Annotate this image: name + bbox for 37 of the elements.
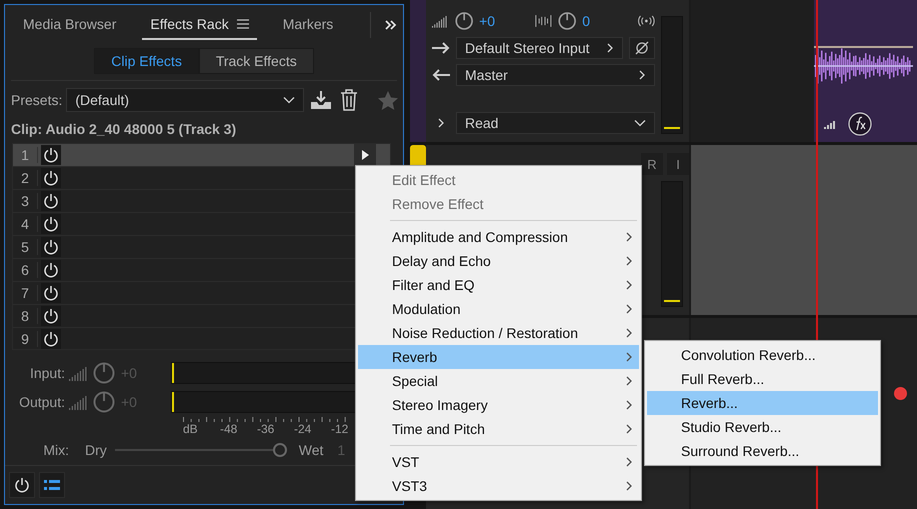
segment-tab[interactable]: Clip Effects <box>94 48 199 74</box>
dry-label: Dry <box>85 442 107 458</box>
scale-label: dB <box>183 422 199 436</box>
io-label: Output: <box>18 394 65 410</box>
scale-label: -48 <box>220 422 238 436</box>
menu-item[interactable]: Full Reverb... <box>647 367 878 391</box>
menu-item[interactable]: VST3 <box>358 474 639 498</box>
input-dropdown[interactable]: Default Stereo Input <box>456 37 623 59</box>
effect-slot[interactable]: 1 <box>13 144 390 168</box>
segment-tab[interactable]: Track Effects <box>198 48 314 74</box>
mix-label: Mix: <box>42 442 69 458</box>
menu-item[interactable]: VST <box>358 450 639 474</box>
menu-item[interactable]: Stereo Imagery <box>358 393 639 417</box>
panel-tab[interactable]: Effects Rack <box>142 10 257 40</box>
panel-tab[interactable]: Markers <box>274 10 342 40</box>
presets-dropdown[interactable]: (Default) <box>66 88 304 112</box>
panel-tab[interactable]: Media Browser <box>15 10 124 40</box>
wet-label: Wet <box>298 442 324 458</box>
menu-item[interactable]: Time and Pitch <box>358 417 639 441</box>
menu-item[interactable]: Reverb <box>358 345 639 369</box>
track-header-button[interactable]: I <box>667 153 689 175</box>
menu-item[interactable]: Special <box>358 369 639 393</box>
scale-label: -36 <box>257 422 276 436</box>
clip-label: Clip: Audio 2_40 48000 5 (Track 3) <box>10 120 238 140</box>
menu-item[interactable]: Surround Reverb... <box>647 439 878 463</box>
menu-item[interactable]: Convolution Reverb... <box>647 343 878 367</box>
output-dropdown[interactable]: Master <box>456 64 655 86</box>
pan-value: 0 <box>582 13 592 29</box>
automation-dropdown[interactable]: Read <box>456 112 655 134</box>
track-header-button[interactable]: R <box>641 153 663 175</box>
scale-label: -12 <box>331 422 350 436</box>
menu-item[interactable]: Studio Reverb... <box>647 415 878 439</box>
scale-label: -24 <box>294 422 312 436</box>
volume-value: +0 <box>479 13 496 29</box>
menu-item[interactable]: Reverb... <box>647 391 878 415</box>
io-label: Input: <box>28 364 65 381</box>
presets-label: Presets: <box>11 92 62 108</box>
